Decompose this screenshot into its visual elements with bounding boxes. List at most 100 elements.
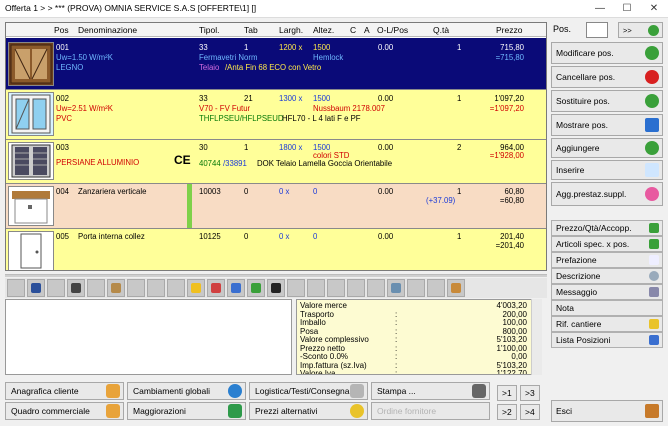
inserire-button[interactable]: Inserire	[551, 160, 663, 180]
toolbar-blank-icon[interactable]	[87, 279, 105, 297]
toolbar-person-icon[interactable]	[227, 279, 245, 297]
window-thumbnail	[8, 142, 54, 180]
articoli-spec-button[interactable]: Articoli spec. x pos.	[551, 236, 663, 252]
toolbar-blank-icon[interactable]	[287, 279, 305, 297]
row-uw: Uw=1.50 W/m²K	[56, 53, 113, 62]
row-tab: 0	[244, 187, 249, 196]
table-row[interactable]: 003 PERSIANE ALLUMINIO CE 30 1 1800 x 15…	[6, 140, 546, 184]
prezzi-alternativi-button[interactable]: Prezzi alternativi	[249, 402, 368, 420]
esci-button[interactable]: Esci	[551, 400, 663, 422]
toolbar-blank-icon[interactable]	[127, 279, 145, 297]
row-largh: 1800 x	[279, 143, 303, 152]
row-altez: 1500	[313, 43, 331, 52]
summary-panel: Valore merce 4'003,20 Trasporto:200,00 Imba…	[296, 299, 542, 375]
col-tipol[interactable]: Tipol.	[199, 25, 219, 35]
rif-cantiere-button[interactable]: Rif. cantiere	[551, 316, 663, 332]
logistica-button[interactable]: Logistica/Testi/Consegna	[249, 382, 368, 400]
toolbar-brush-icon[interactable]	[267, 279, 285, 297]
col-a[interactable]: A	[364, 25, 370, 35]
aggiungere-button[interactable]: Aggiungere	[551, 138, 663, 158]
notes-area[interactable]	[5, 299, 292, 375]
prezzo-qta-button[interactable]: Prezzo/Qtà/Accopp.	[551, 220, 663, 236]
minimize-button[interactable]: —	[586, 0, 614, 18]
messaggio-button[interactable]: Messaggio	[551, 284, 663, 300]
arrow-icon	[648, 25, 659, 36]
toolbar-calculator-icon[interactable]	[387, 279, 405, 297]
nota-button[interactable]: Nota	[551, 300, 663, 316]
descrizione-button[interactable]: Descrizione	[551, 268, 663, 284]
icon-toolbar	[5, 278, 547, 298]
summary-scrollbar[interactable]	[531, 299, 542, 375]
toolbar-blank-icon[interactable]	[367, 279, 385, 297]
page-4-button[interactable]: >4	[520, 404, 540, 420]
col-altez[interactable]: Altez.	[313, 25, 334, 35]
row-tipol: 33	[199, 94, 208, 103]
row-tab: 1	[244, 43, 249, 52]
toolbar-no-entry-icon[interactable]	[207, 279, 225, 297]
toolbar-blank-icon[interactable]	[347, 279, 365, 297]
anagrafica-cliente-button[interactable]: Anagrafica cliente	[5, 382, 124, 400]
maggiorazioni-button[interactable]: Maggiorazioni	[127, 402, 246, 420]
page-1-button[interactable]: >1	[497, 385, 517, 401]
col-c[interactable]: C	[350, 25, 356, 35]
sostituire-pos-button[interactable]: Sostituire pos.	[551, 90, 663, 112]
modificare-pos-button[interactable]: Modificare pos.	[551, 42, 663, 64]
stampa-button[interactable]: Stampa ...	[371, 382, 490, 400]
row-qta: 1	[457, 94, 462, 103]
toolbar-book-icon[interactable]	[27, 279, 45, 297]
table-row[interactable]: 002 Uw=2.51 W/m²K PVC 33 21 1300 x 1500 …	[6, 90, 546, 140]
col-qta[interactable]: Q.tà	[433, 25, 449, 35]
col-tab[interactable]: Tab	[244, 25, 258, 35]
maximize-button[interactable]: ☐	[613, 0, 641, 18]
col-largh[interactable]: Largh.	[279, 25, 303, 35]
table-row[interactable]: 004 Zanzariera verticale 10003 0 0 x 0 0…	[6, 184, 546, 229]
summary-value: 1'122,70	[496, 369, 527, 375]
window-title: Offerta 1 > > *** (PROVA) OMNIA SERVICE …	[5, 3, 257, 13]
splitter[interactable]	[5, 274, 547, 277]
close-button[interactable]: ✕	[640, 0, 668, 18]
ordine-fornitore-button[interactable]: Ordine fornitore	[371, 402, 490, 420]
refresh-icon	[645, 46, 659, 60]
pos-input[interactable]	[586, 22, 608, 38]
goto-pos-button[interactable]: >>	[618, 22, 663, 38]
row-prezzo: 60,80	[504, 187, 524, 196]
toolbar-globe-icon[interactable]	[247, 279, 265, 297]
col-denominazione[interactable]: Denominazione	[78, 25, 137, 35]
row-pos: 001	[56, 43, 70, 52]
toolbar-blank-icon[interactable]	[47, 279, 65, 297]
agg-prestaz-button[interactable]: Agg.prestaz.suppl.	[551, 182, 663, 206]
calculator-icon	[391, 283, 401, 293]
positions-grid[interactable]: Pos Denominazione Tipol. Tab Largh. Alte…	[5, 22, 547, 271]
quadro-commerciale-button[interactable]: Quadro commerciale	[5, 402, 124, 420]
toolbar-blank-icon[interactable]	[147, 279, 165, 297]
row-uw: Uw=2.51 W/m²K	[56, 104, 113, 113]
table-row[interactable]: 005 Porta interna collez 10125 0 0 x 0 0…	[6, 229, 546, 270]
brush-icon	[271, 283, 281, 293]
gear-icon	[649, 271, 659, 281]
toolbar-smiley-icon[interactable]	[187, 279, 205, 297]
wood-window-icon	[10, 44, 52, 84]
cambiamenti-globali-button[interactable]: Cambiamenti globali	[127, 382, 246, 400]
toolbar-blank-icon[interactable]	[327, 279, 345, 297]
lista-posizioni-button[interactable]: Lista Posizioni	[551, 332, 663, 348]
row-largh: 0 x	[279, 232, 290, 241]
toolbar-blank-icon[interactable]	[307, 279, 325, 297]
table-row[interactable]: 001 Uw=1.50 W/m²K LEGNO 33 1 1200 x 1500…	[6, 38, 546, 90]
prefazione-button[interactable]: Prefazione	[551, 252, 663, 268]
row-largh: 1300 x	[279, 94, 303, 103]
cancellare-pos-button[interactable]: Cancellare pos.	[551, 66, 663, 88]
door-icon	[20, 233, 42, 269]
page-2-button[interactable]: >2	[497, 404, 517, 420]
toolbar-speaker-icon[interactable]	[67, 279, 85, 297]
toolbar-blank-icon[interactable]	[7, 279, 25, 297]
mostrare-pos-button[interactable]: Mostrare pos.	[551, 114, 663, 136]
toolbar-blank-icon[interactable]	[427, 279, 445, 297]
col-prezzo[interactable]: Prezzo	[496, 25, 522, 35]
toolbar-arrow-icon[interactable]	[447, 279, 465, 297]
col-pos[interactable]: Pos	[54, 25, 69, 35]
toolbar-blank-icon[interactable]	[167, 279, 185, 297]
toolbar-window-icon[interactable]	[107, 279, 125, 297]
toolbar-blank-icon[interactable]	[407, 279, 425, 297]
page-3-button[interactable]: >3	[520, 385, 540, 401]
col-olpos[interactable]: O-L/Pos	[377, 25, 408, 35]
